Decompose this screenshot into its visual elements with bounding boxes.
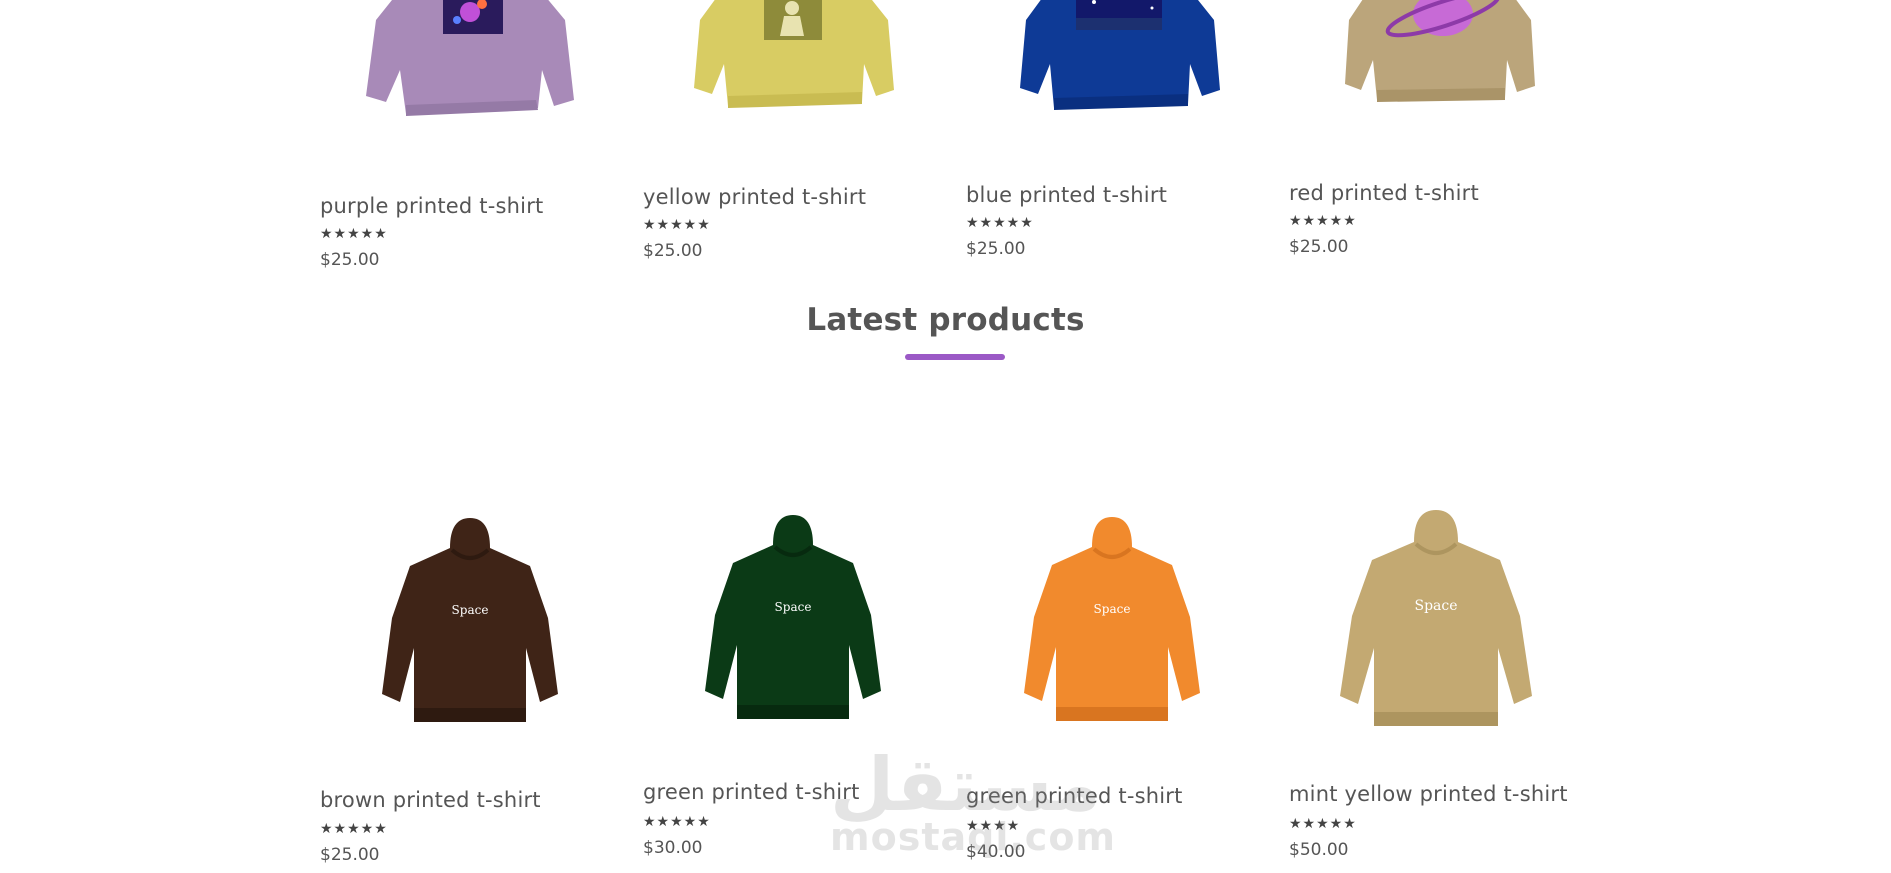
product-price: $25.00 bbox=[643, 241, 703, 261]
star-rating: ★★★★★ bbox=[643, 814, 711, 830]
product-name[interactable]: mint yellow printed t-shirt bbox=[1289, 782, 1568, 806]
star-rating: ★★★★ bbox=[966, 818, 1021, 834]
product-price: $25.00 bbox=[320, 250, 380, 270]
product-name[interactable]: green printed t-shirt bbox=[643, 780, 860, 804]
product-price: $30.00 bbox=[643, 838, 703, 858]
product-name[interactable]: red printed t-shirt bbox=[1289, 181, 1479, 205]
product-image[interactable] bbox=[360, 0, 580, 130]
section-title: Latest products bbox=[806, 302, 1085, 338]
product-image[interactable]: Space bbox=[1022, 517, 1202, 727]
print-text: Space bbox=[1094, 602, 1131, 616]
print-text: Space bbox=[1414, 598, 1457, 614]
product-name[interactable]: brown printed t-shirt bbox=[320, 788, 541, 812]
product-price: $50.00 bbox=[1289, 840, 1349, 860]
product-name[interactable]: green printed t-shirt bbox=[966, 784, 1183, 808]
product-image[interactable] bbox=[1339, 0, 1539, 115]
star-rating: ★★★★★ bbox=[1289, 213, 1357, 229]
product-name[interactable]: purple printed t-shirt bbox=[320, 194, 543, 218]
product-image[interactable]: Space bbox=[703, 515, 883, 725]
product-image[interactable]: Space bbox=[1338, 510, 1534, 732]
star-rating: ★★★★★ bbox=[1289, 816, 1357, 832]
watermark: مستقل mostaql.com bbox=[830, 745, 1117, 873]
print-text: Space bbox=[452, 603, 489, 617]
star-rating: ★★★★★ bbox=[320, 226, 388, 242]
product-name[interactable]: yellow printed t-shirt bbox=[643, 185, 866, 209]
star-rating: ★★★★★ bbox=[320, 821, 388, 837]
product-name[interactable]: blue printed t-shirt bbox=[966, 183, 1167, 207]
product-image[interactable]: Space bbox=[380, 518, 560, 728]
product-image[interactable] bbox=[1014, 0, 1224, 120]
product-image[interactable] bbox=[688, 0, 898, 120]
product-price: $25.00 bbox=[320, 845, 380, 865]
product-price: $25.00 bbox=[966, 239, 1026, 259]
star-rating: ★★★★★ bbox=[643, 217, 711, 233]
product-price: $25.00 bbox=[1289, 237, 1349, 257]
print-text: Space bbox=[775, 600, 812, 614]
star-rating: ★★★★★ bbox=[966, 215, 1034, 231]
title-underline bbox=[905, 354, 1005, 360]
watermark-latin: mostaql.com bbox=[830, 815, 1117, 859]
product-price: $40.00 bbox=[966, 842, 1026, 862]
